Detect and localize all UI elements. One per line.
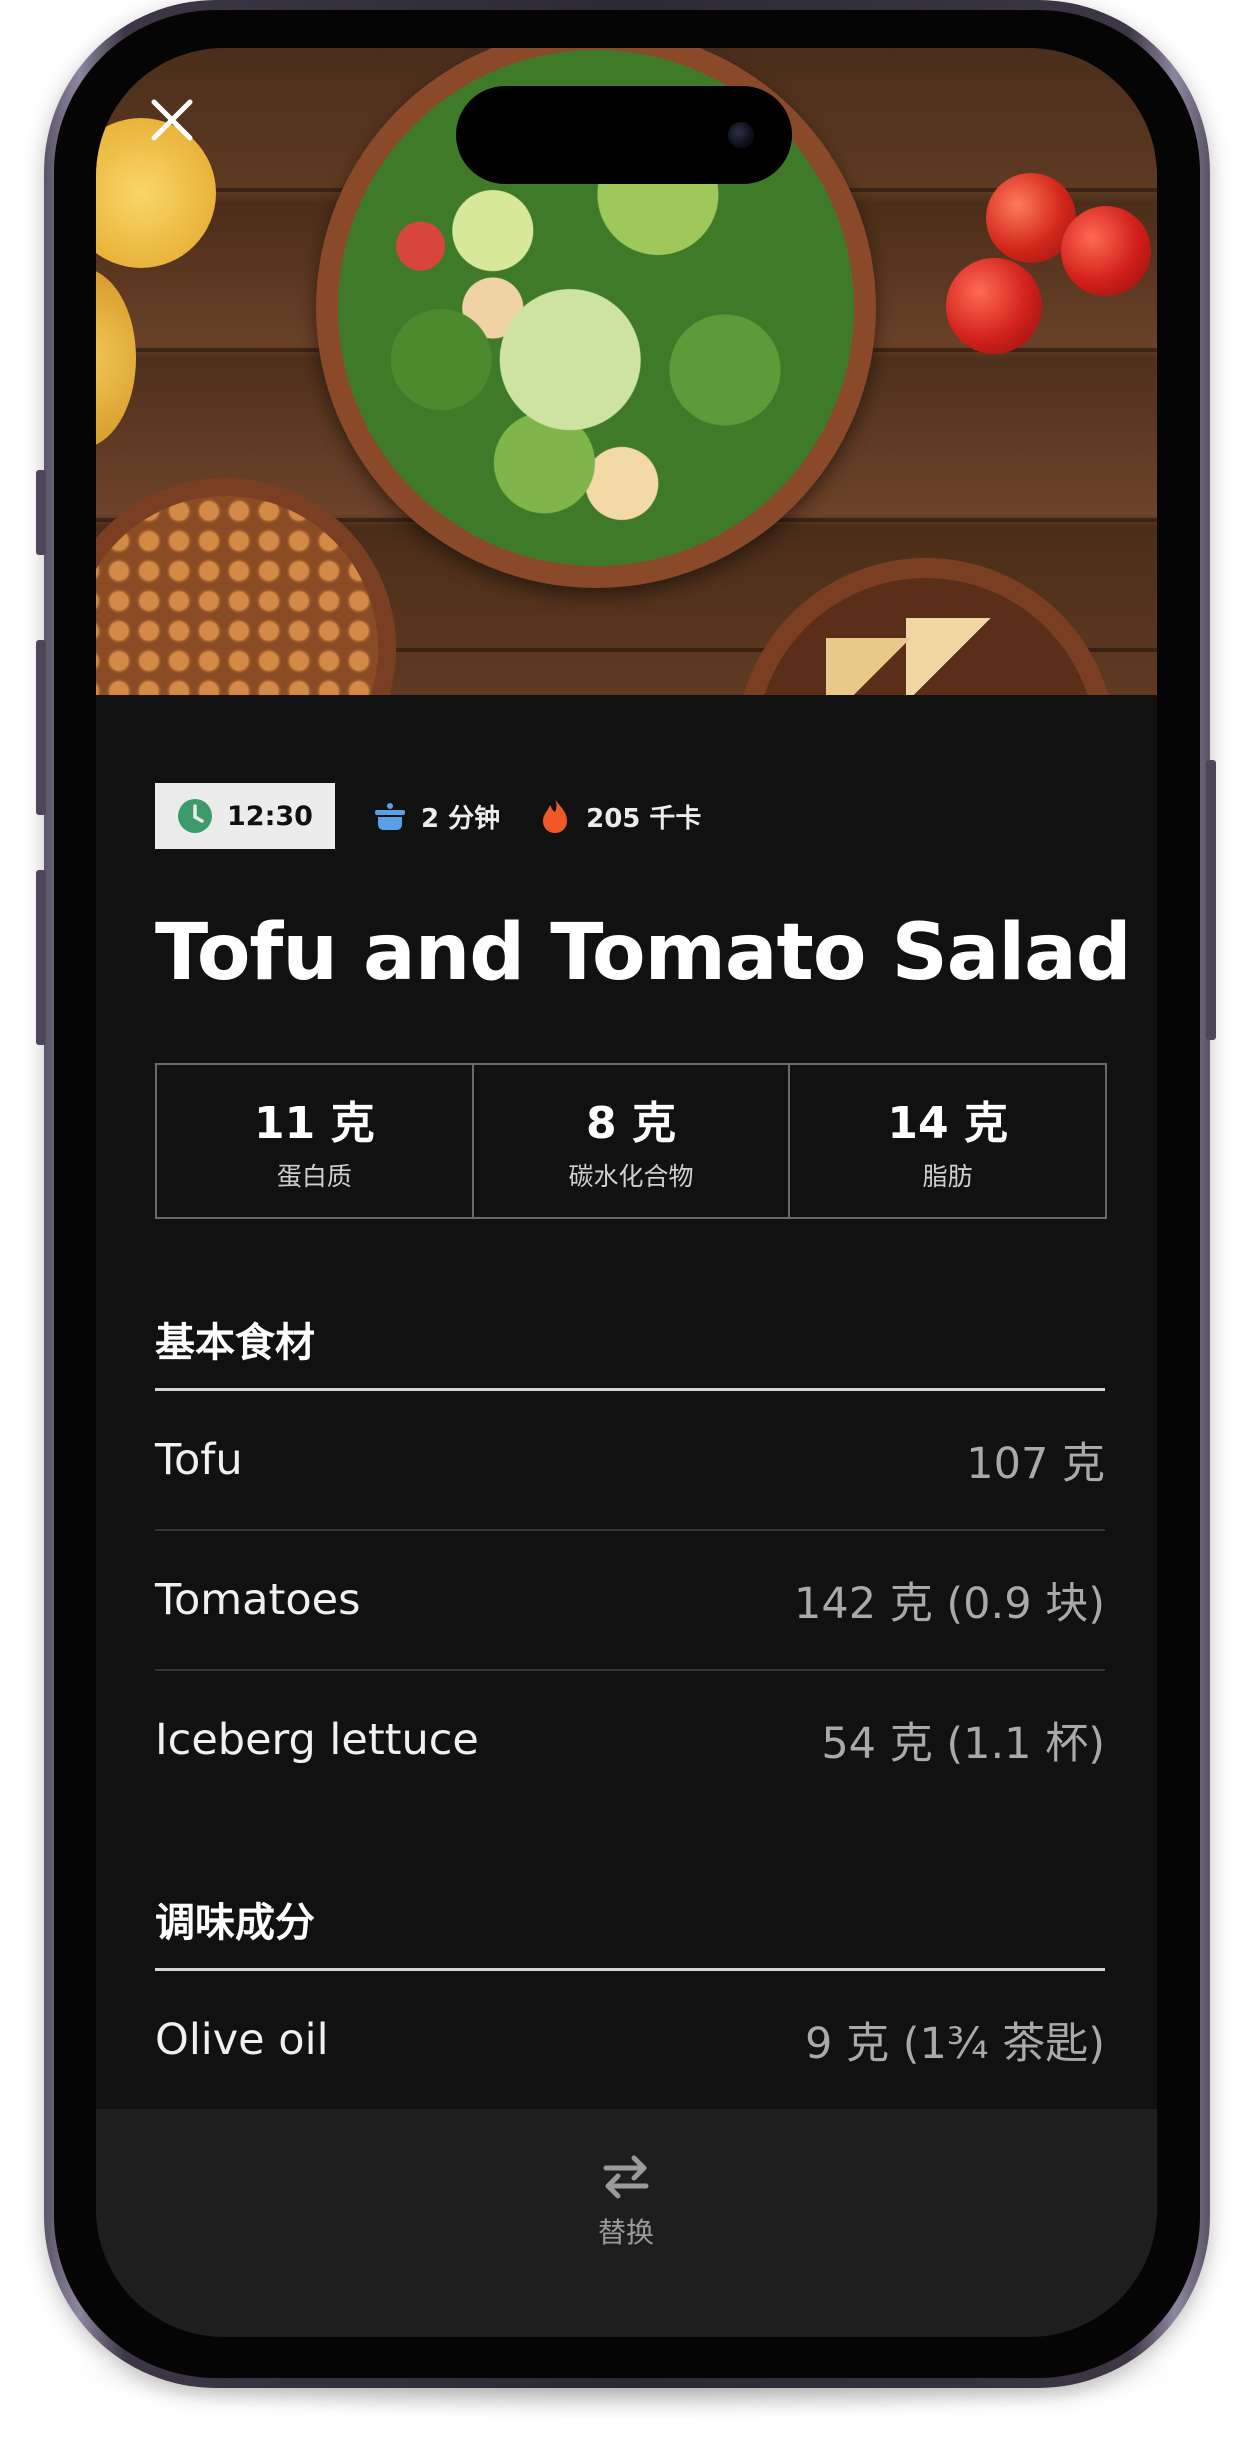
macros-table: 11 克 蛋白质 8 克 碳水化合物 14 克 脂肪 xyxy=(155,1063,1107,1219)
ingredient-qty: 107 克 xyxy=(966,1439,1105,1489)
ingredient-qty: 142 克 (0.9 块) xyxy=(793,1579,1105,1629)
recipe-hero-image xyxy=(96,48,1157,695)
macro-fat: 14 克 脂肪 xyxy=(790,1065,1105,1217)
calories-text: 205 千卡 xyxy=(586,803,702,834)
mute-switch xyxy=(36,470,46,555)
ingredient-name: Olive oil xyxy=(155,2015,329,2065)
screen: 12:30 2 分钟 205 千卡 Tofu and Tomato Salad xyxy=(96,48,1157,2337)
prep-time: 2 分钟 xyxy=(371,797,500,835)
tofu-bowl xyxy=(736,558,1116,695)
macro-value: 8 克 xyxy=(586,1098,676,1149)
cherry-tomato xyxy=(946,258,1042,354)
section-heading-main: 基本食材 xyxy=(155,1320,315,1366)
ingredient-row[interactable]: Tofu 107 克 xyxy=(155,1391,1105,1529)
recipe-title: Tofu and Tomato Salad xyxy=(155,908,1132,998)
ingredient-name: Tofu xyxy=(155,1435,243,1485)
swap-arrows-icon xyxy=(598,2149,654,2205)
close-icon xyxy=(151,99,193,141)
cherry-tomato xyxy=(1061,206,1151,296)
ingredient-row[interactable]: Iceberg lettuce 54 克 (1.1 杯) xyxy=(155,1671,1105,1809)
ingredient-qty: 54 克 (1.1 杯) xyxy=(821,1719,1105,1769)
ingredient-name: Iceberg lettuce xyxy=(155,1715,479,1765)
macro-label: 蛋白质 xyxy=(276,1162,352,1191)
macro-value: 11 克 xyxy=(254,1098,375,1149)
macro-carbs: 8 克 碳水化合物 xyxy=(474,1065,791,1217)
flame-icon xyxy=(536,797,574,835)
volume-down-button xyxy=(36,870,46,1045)
macro-label: 碳水化合物 xyxy=(568,1162,694,1191)
swap-button[interactable]: 替换 xyxy=(566,2149,686,2251)
dynamic-island xyxy=(456,86,792,184)
macro-value: 14 克 xyxy=(887,1098,1008,1149)
calories: 205 千卡 xyxy=(536,797,701,835)
power-button xyxy=(1206,760,1216,1040)
swap-label: 替换 xyxy=(597,2216,654,2249)
bottom-action-bar: 替换 xyxy=(96,2109,1157,2337)
ingredient-qty: 9 克 (1¾ 茶匙) xyxy=(805,2019,1105,2069)
close-button[interactable] xyxy=(136,84,208,156)
chickpea-bowl xyxy=(96,478,396,695)
prep-time-text: 2 分钟 xyxy=(420,803,501,834)
recipe-meta-row: 12:30 2 分钟 205 千卡 xyxy=(155,783,701,849)
volume-up-button xyxy=(36,640,46,815)
clock-icon xyxy=(177,798,213,834)
macro-protein: 11 克 蛋白质 xyxy=(157,1065,474,1217)
ingredient-row[interactable]: Olive oil 9 克 (1¾ 茶匙) xyxy=(155,1971,1105,2109)
pot-icon xyxy=(371,797,409,835)
lemon-slice xyxy=(96,268,136,448)
ingredient-name: Tomatoes xyxy=(155,1575,361,1625)
time-text: 12:30 xyxy=(227,800,313,832)
macro-label: 脂肪 xyxy=(922,1162,973,1191)
section-heading-seasoning: 调味成分 xyxy=(155,1900,315,1946)
ingredient-row[interactable]: Tomatoes 142 克 (0.9 块) xyxy=(155,1531,1105,1669)
time-chip: 12:30 xyxy=(155,783,335,849)
front-camera xyxy=(728,122,754,148)
